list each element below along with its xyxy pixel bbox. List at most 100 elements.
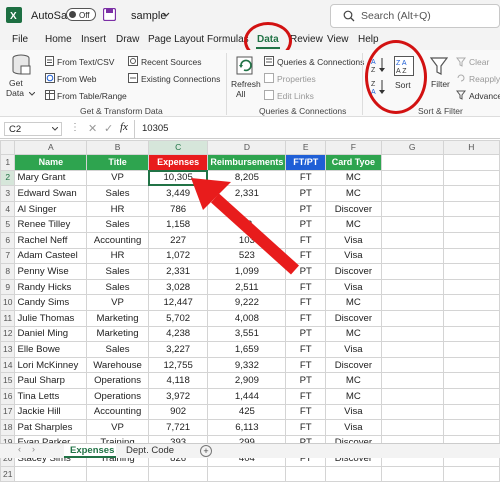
refresh-all-button[interactable]: Refresh All: [230, 54, 261, 100]
empty-cell[interactable]: [442, 341, 500, 358]
cell[interactable]: PT: [285, 372, 327, 389]
empty-cell[interactable]: [380, 419, 444, 436]
row-number[interactable]: 18: [0, 419, 16, 436]
cell[interactable]: 3,972: [147, 387, 209, 405]
cell[interactable]: 12,755: [147, 356, 209, 374]
cell[interactable]: FT: [285, 341, 327, 358]
cell[interactable]: 4,008: [207, 309, 287, 327]
cell[interactable]: FT: [285, 278, 327, 296]
cell[interactable]: 425: [207, 403, 287, 421]
empty-cell[interactable]: [147, 465, 209, 482]
existing-connections-button[interactable]: Existing Connections: [141, 74, 220, 84]
empty-cell[interactable]: [380, 169, 444, 187]
tab-view[interactable]: View: [327, 34, 349, 45]
row-number[interactable]: 12: [0, 325, 16, 343]
empty-cell[interactable]: [442, 356, 500, 374]
cell[interactable]: Daniel Ming: [14, 325, 88, 343]
cell[interactable]: MC: [325, 325, 382, 343]
tab-help[interactable]: Help: [358, 34, 379, 45]
cell[interactable]: MC: [325, 387, 382, 405]
cell[interactable]: MC: [325, 294, 382, 311]
empty-cell[interactable]: [442, 465, 500, 482]
cell[interactable]: Visa: [325, 403, 382, 421]
cell[interactable]: MC: [325, 185, 382, 202]
cell[interactable]: 3,551: [207, 325, 287, 343]
empty-cell[interactable]: [442, 403, 500, 421]
empty-cell[interactable]: [442, 185, 500, 202]
tab-draw[interactable]: Draw: [116, 34, 139, 45]
empty-cell[interactable]: [442, 247, 500, 265]
cell[interactable]: Accounting: [86, 231, 149, 249]
row-number[interactable]: 16: [0, 387, 16, 405]
empty-cell[interactable]: [380, 231, 444, 249]
edit-links-button[interactable]: Edit Links: [277, 91, 314, 101]
cell[interactable]: Operations: [86, 387, 149, 405]
row-number[interactable]: 17: [0, 403, 16, 421]
empty-cell[interactable]: [442, 154, 500, 171]
get-data-button[interactable]: Get Data: [5, 54, 39, 100]
cell[interactable]: Discover: [325, 263, 382, 280]
tab-file[interactable]: File: [12, 34, 28, 45]
row-number[interactable]: 8: [0, 263, 16, 280]
cell[interactable]: MC: [325, 216, 382, 233]
cell[interactable]: 9,332: [207, 356, 287, 374]
cell[interactable]: Marketing: [86, 325, 149, 343]
empty-cell[interactable]: [442, 419, 500, 436]
header-cell[interactable]: FT/PT: [285, 154, 327, 171]
cell[interactable]: Visa: [325, 419, 382, 436]
cell[interactable]: VP: [86, 169, 149, 187]
row-number[interactable]: 15: [0, 372, 16, 389]
cell[interactable]: Edward Swan: [14, 185, 88, 202]
clear-button[interactable]: Clear: [469, 57, 489, 67]
row-number[interactable]: 5: [0, 216, 16, 233]
cell[interactable]: MC: [325, 372, 382, 389]
row-number[interactable]: 1: [0, 154, 16, 171]
empty-cell[interactable]: [86, 465, 149, 482]
empty-cell[interactable]: [380, 278, 444, 296]
cell[interactable]: Mary Grant: [14, 169, 88, 187]
cell[interactable]: Randy Hicks: [14, 278, 88, 296]
empty-cell[interactable]: [442, 216, 500, 233]
empty-cell[interactable]: [380, 387, 444, 405]
confirm-icon[interactable]: ✓: [104, 122, 113, 135]
scroll-left-icon[interactable]: ‹: [18, 444, 21, 454]
cell[interactable]: Discover: [325, 309, 382, 327]
from-table-range-button[interactable]: From Table/Range: [57, 91, 127, 101]
cell[interactable]: 4,118: [147, 372, 209, 389]
empty-cell[interactable]: [380, 294, 444, 311]
cell[interactable]: PT: [285, 325, 327, 343]
autosave-toggle[interactable]: Off: [66, 8, 96, 21]
cell[interactable]: 9,222: [207, 294, 287, 311]
column-header[interactable]: E: [285, 140, 327, 155]
row-number[interactable]: 3: [0, 185, 16, 202]
header-cell[interactable]: Name: [14, 154, 88, 171]
cell[interactable]: Adam Casteel: [14, 247, 88, 265]
cell[interactable]: FT: [285, 403, 327, 421]
cell[interactable]: Warehouse: [86, 356, 149, 374]
properties-button[interactable]: Properties: [277, 74, 316, 84]
empty-cell[interactable]: [380, 185, 444, 202]
empty-cell[interactable]: [380, 247, 444, 265]
row-number[interactable]: 6: [0, 231, 16, 249]
cell[interactable]: Al Singer: [14, 200, 88, 218]
recent-sources-button[interactable]: Recent Sources: [141, 57, 201, 67]
row-number[interactable]: 14: [0, 356, 16, 374]
cell[interactable]: Visa: [325, 247, 382, 265]
select-all-corner[interactable]: [0, 140, 16, 155]
filter-button[interactable]: Filter: [427, 54, 451, 98]
cell[interactable]: 7,721: [147, 419, 209, 436]
row-number[interactable]: 2: [0, 169, 16, 187]
cell[interactable]: FT: [285, 356, 327, 374]
empty-cell[interactable]: [442, 387, 500, 405]
tab-home[interactable]: Home: [45, 34, 72, 45]
empty-cell[interactable]: [325, 465, 382, 482]
header-cell[interactable]: Expenses: [147, 154, 209, 171]
cell[interactable]: Visa: [325, 278, 382, 296]
cell[interactable]: VP: [86, 419, 149, 436]
cell[interactable]: Accounting: [86, 403, 149, 421]
row-number[interactable]: 9: [0, 278, 16, 296]
advanced-button[interactable]: Advance: [469, 91, 500, 101]
empty-cell[interactable]: [380, 356, 444, 374]
cell[interactable]: Sales: [86, 278, 149, 296]
cell[interactable]: VP: [86, 294, 149, 311]
